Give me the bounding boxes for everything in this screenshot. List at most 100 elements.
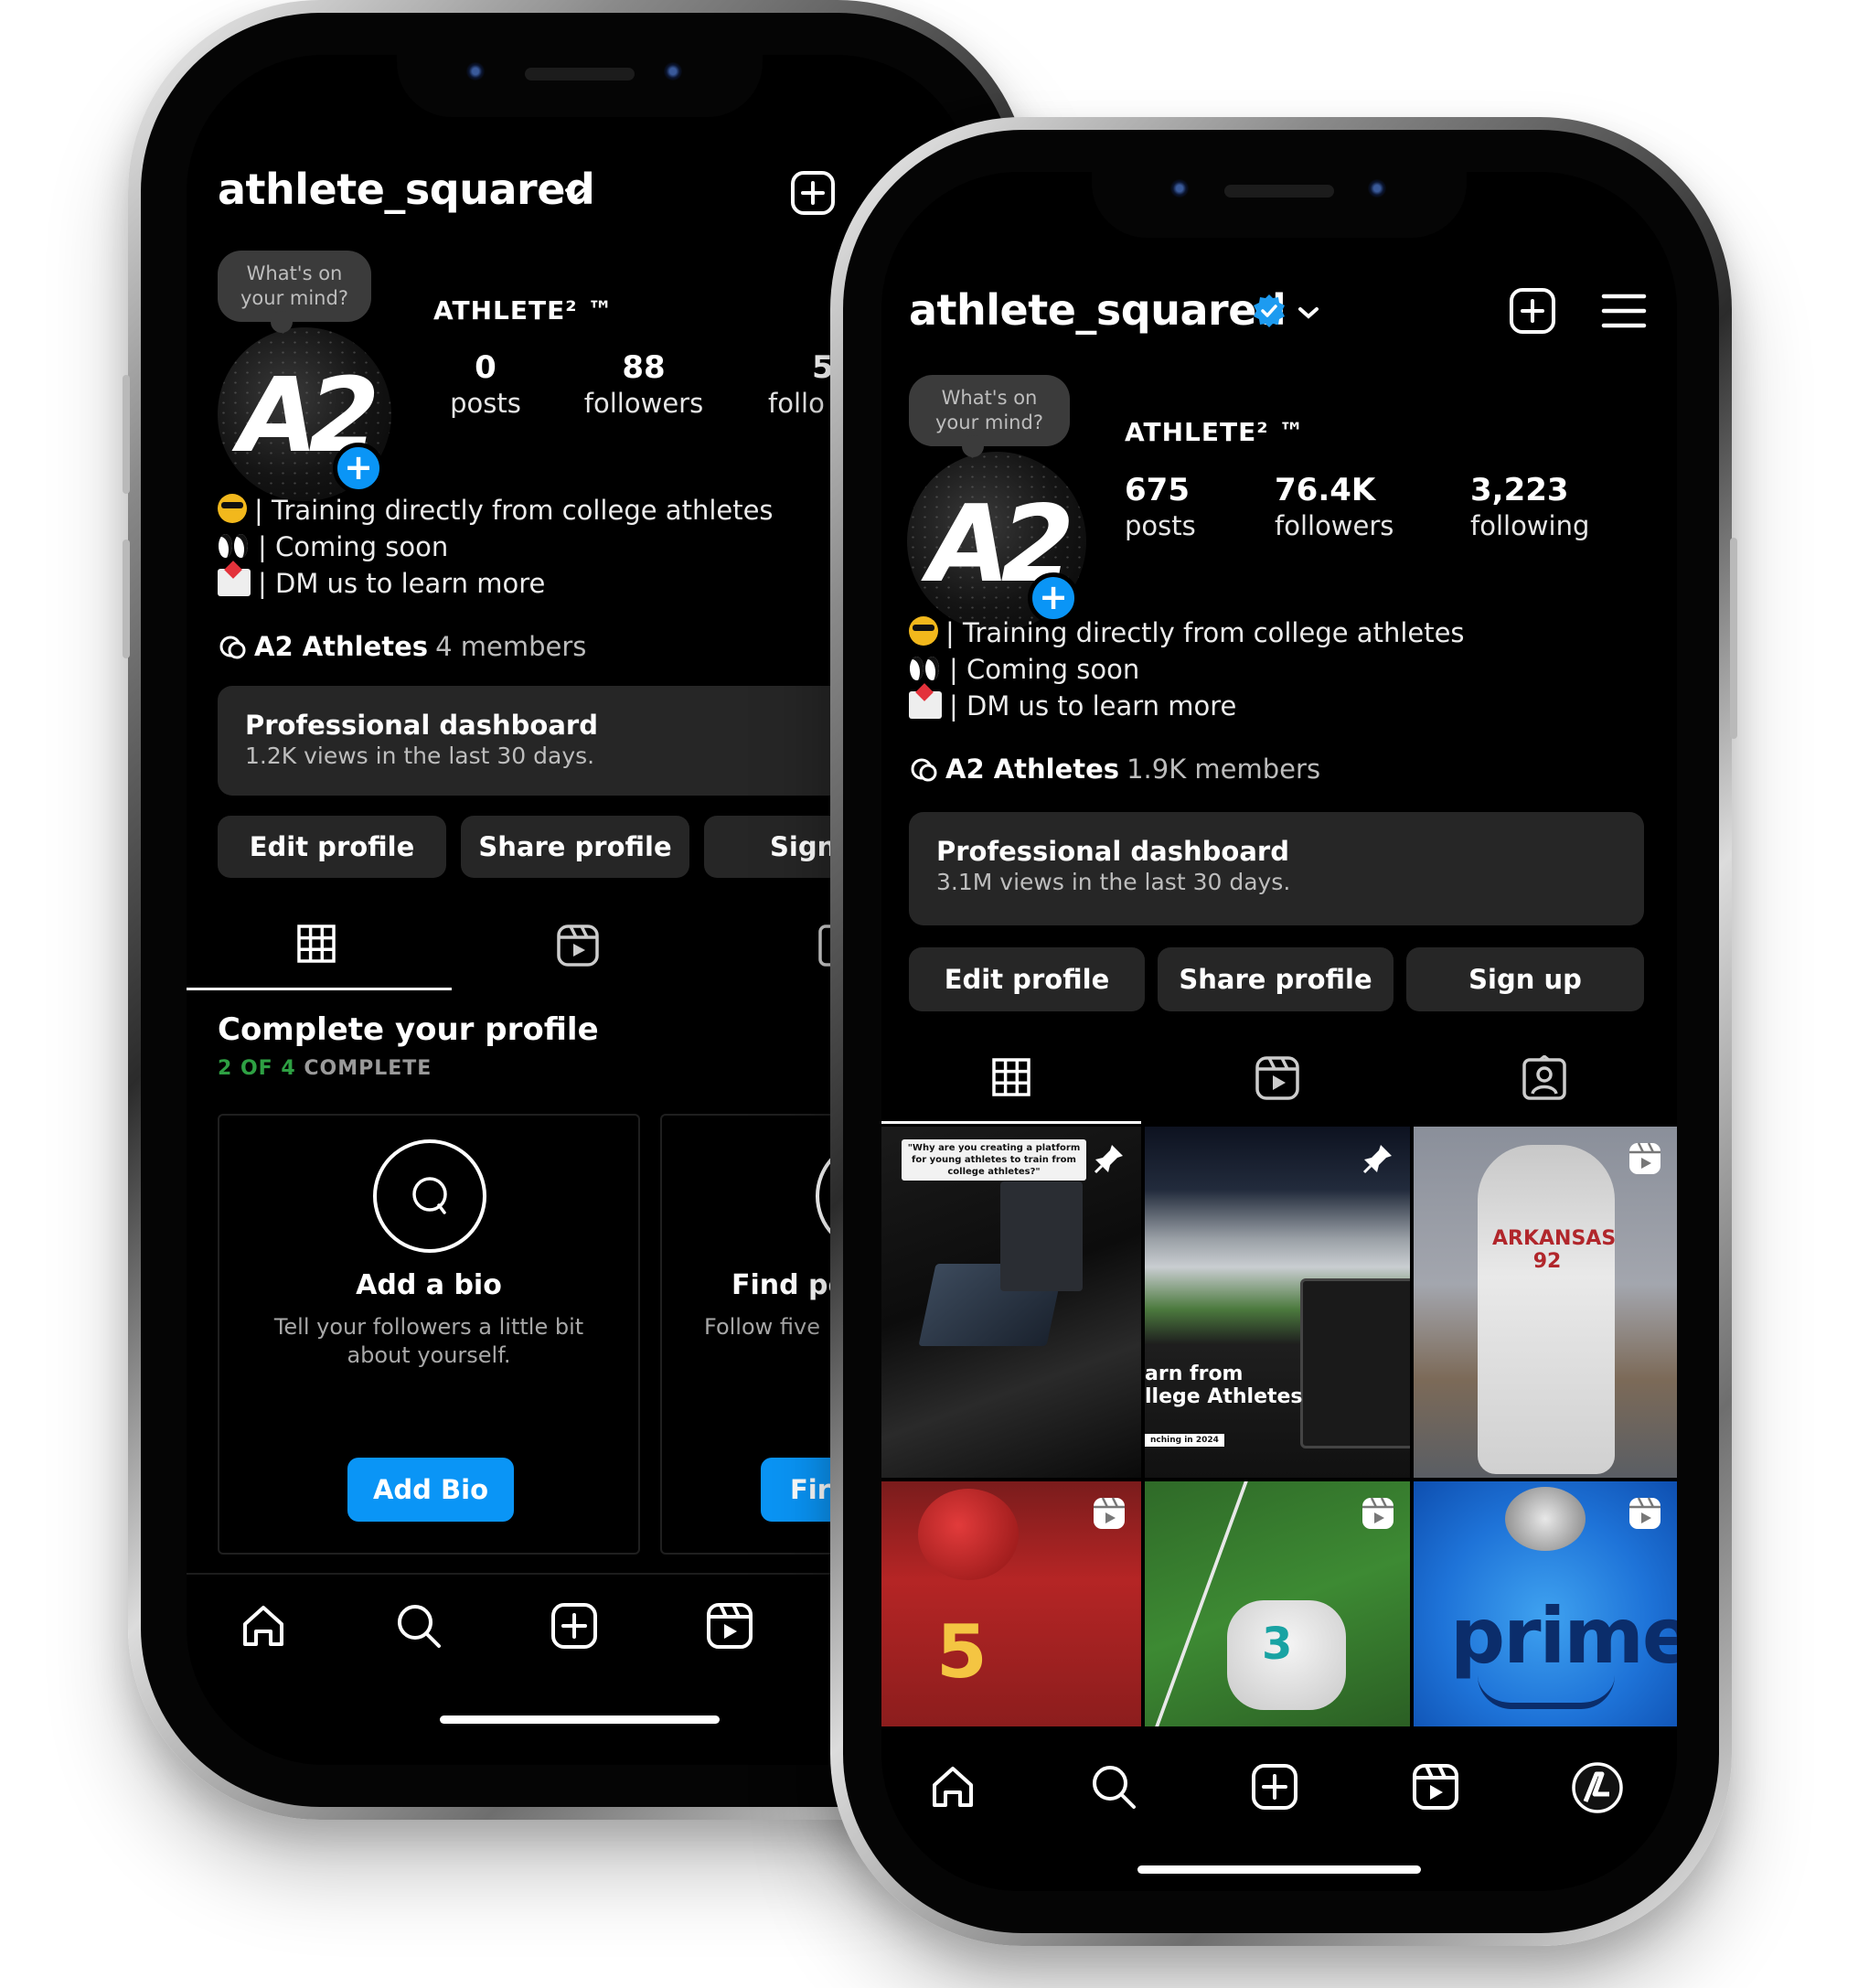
channel-name: A2 Athletes [254, 631, 429, 662]
channel-members: 4 members [435, 631, 587, 662]
add-story-button[interactable]: + [333, 443, 384, 494]
username[interactable]: athlete_squared [218, 165, 595, 214]
search-icon[interactable] [1088, 1761, 1139, 1812]
stat-value: 3,223 [1470, 472, 1569, 508]
reel-icon [1628, 1496, 1662, 1534]
create-icon[interactable] [1509, 287, 1556, 335]
edit-profile-button[interactable]: Edit profile [909, 947, 1145, 1011]
notes-bubble[interactable]: What's on your mind? [218, 251, 371, 333]
notes-bubble[interactable]: What's on your mind? [909, 375, 1070, 457]
chevron-down-icon[interactable] [1295, 302, 1322, 324]
stat-value: 76.4K [1275, 472, 1376, 508]
reels-icon[interactable] [704, 1600, 755, 1651]
share-profile-button[interactable]: Share profile [1158, 947, 1394, 1011]
post-tile[interactable]: "Why are you creating a platform for you… [881, 1127, 1141, 1478]
pin-icon [1361, 1141, 1395, 1180]
post-overlay-text: arn from llege Athletes [1145, 1363, 1303, 1408]
speaker [525, 68, 635, 80]
home-indicator[interactable] [1137, 1865, 1421, 1874]
edit-profile-button[interactable]: Edit profile [218, 816, 446, 878]
speaker [1224, 185, 1334, 198]
professional-dashboard[interactable]: Professional dashboard 3.1M views in the… [909, 812, 1644, 925]
bio-ring [373, 1139, 486, 1253]
jersey-text: 5 [936, 1609, 988, 1694]
reel-icon [1628, 1141, 1662, 1180]
stat-posts[interactable]: 675 posts [1125, 472, 1196, 541]
dashboard-title: Professional dashboard [936, 836, 1289, 867]
bio-line: | DM us to learn more [218, 565, 774, 602]
bio-line: | Training directly from college athlete… [218, 492, 774, 529]
mail-emoji-icon [218, 569, 251, 596]
channel-name: A2 Athletes [945, 754, 1120, 785]
notch [1092, 172, 1467, 238]
post-tile[interactable]: 3 [1145, 1481, 1410, 1726]
tagged-tab-icon[interactable] [1522, 1055, 1567, 1101]
eyes-emoji-icon [909, 655, 942, 682]
screen: athlete_squared A2 + What's on your mind… [881, 172, 1677, 1891]
screen-image [1000, 1181, 1083, 1291]
athlete-figure [1478, 1145, 1615, 1474]
create-icon[interactable] [790, 170, 836, 216]
stat-label: posts [450, 388, 521, 419]
active-tab-indicator [187, 988, 452, 990]
stat-value: 0 [475, 349, 497, 386]
side-button [123, 375, 130, 494]
menu-icon[interactable] [1600, 289, 1648, 333]
broadcast-channel[interactable]: A2 Athletes 1.9K members [909, 754, 1320, 785]
broadcast-channel[interactable]: A2 Athletes 4 members [218, 631, 586, 662]
grid-tab-icon[interactable] [991, 1057, 1031, 1097]
laptop-image [1300, 1278, 1410, 1448]
eyes-emoji-icon [218, 532, 251, 560]
reels-tab-icon[interactable] [1255, 1055, 1300, 1101]
post-tile[interactable]: prime [1414, 1481, 1677, 1726]
reels-tab-icon[interactable] [556, 924, 600, 967]
stat-value: 675 [1125, 472, 1190, 508]
share-profile-button[interactable]: Share profile [461, 816, 689, 878]
grid-tab-icon[interactable] [296, 924, 336, 964]
home-indicator[interactable] [440, 1715, 720, 1724]
card-title: Add a bio [356, 1269, 502, 1301]
search-icon[interactable] [393, 1600, 444, 1651]
post-tag: nching in 2024 [1145, 1434, 1224, 1447]
pin-icon [1092, 1141, 1127, 1180]
stat-posts[interactable]: 0 posts [435, 349, 536, 419]
bio: | Training directly from college athlete… [909, 615, 1465, 724]
bio: | Training directly from college athlete… [218, 492, 774, 602]
bio-line: | Training directly from college athlete… [909, 615, 1465, 651]
reel-icon [1361, 1496, 1395, 1534]
helmet-image [1505, 1487, 1586, 1551]
dashboard-subtitle: 3.1M views in the last 30 days. [936, 869, 1291, 895]
add-bio-card: Add a bio Tell your followers a little b… [218, 1114, 640, 1555]
notch [397, 55, 763, 117]
stat-label: followers [1275, 510, 1394, 541]
post-tile[interactable]: 5 [881, 1481, 1141, 1726]
post-tile[interactable]: ARKANSAS 92 [1414, 1127, 1677, 1478]
mail-emoji-icon [909, 691, 942, 719]
front-camera [1170, 179, 1189, 198]
post-tile[interactable]: arn from llege Athletes nching in 2024 [1145, 1127, 1410, 1478]
home-icon[interactable] [927, 1761, 978, 1812]
phone-front: athlete_squared A2 + What's on your mind… [830, 117, 1737, 1946]
avatar[interactable]: A2 + [218, 327, 391, 501]
dashboard-title: Professional dashboard [245, 710, 598, 741]
create-icon[interactable] [549, 1600, 600, 1651]
progress-done: 2 OF 4 [218, 1057, 296, 1080]
profile-avatar-icon[interactable] [1571, 1761, 1624, 1814]
reels-icon[interactable] [1410, 1761, 1461, 1812]
username[interactable]: athlete_squared [909, 285, 1287, 335]
avatar[interactable]: A2 + [907, 452, 1086, 631]
reel-icon [1092, 1496, 1127, 1534]
stat-followers[interactable]: 88 followers [571, 349, 717, 419]
create-icon[interactable] [1249, 1761, 1300, 1812]
stat-followers[interactable]: 76.4K followers [1275, 472, 1394, 541]
sign-up-button[interactable]: Sign up [1406, 947, 1644, 1011]
jersey-text: ARKANSAS 92 [1492, 1227, 1617, 1273]
add-bio-button[interactable]: Add Bio [347, 1458, 514, 1522]
front-camera [664, 62, 682, 80]
dashboard-subtitle: 1.2K views in the last 30 days. [245, 743, 595, 769]
side-button [123, 540, 130, 658]
chevron-down-icon[interactable] [561, 183, 589, 205]
home-icon[interactable] [238, 1600, 289, 1651]
stat-following[interactable]: 3,223 following [1470, 472, 1589, 541]
channel-members: 1.9K members [1127, 754, 1321, 785]
